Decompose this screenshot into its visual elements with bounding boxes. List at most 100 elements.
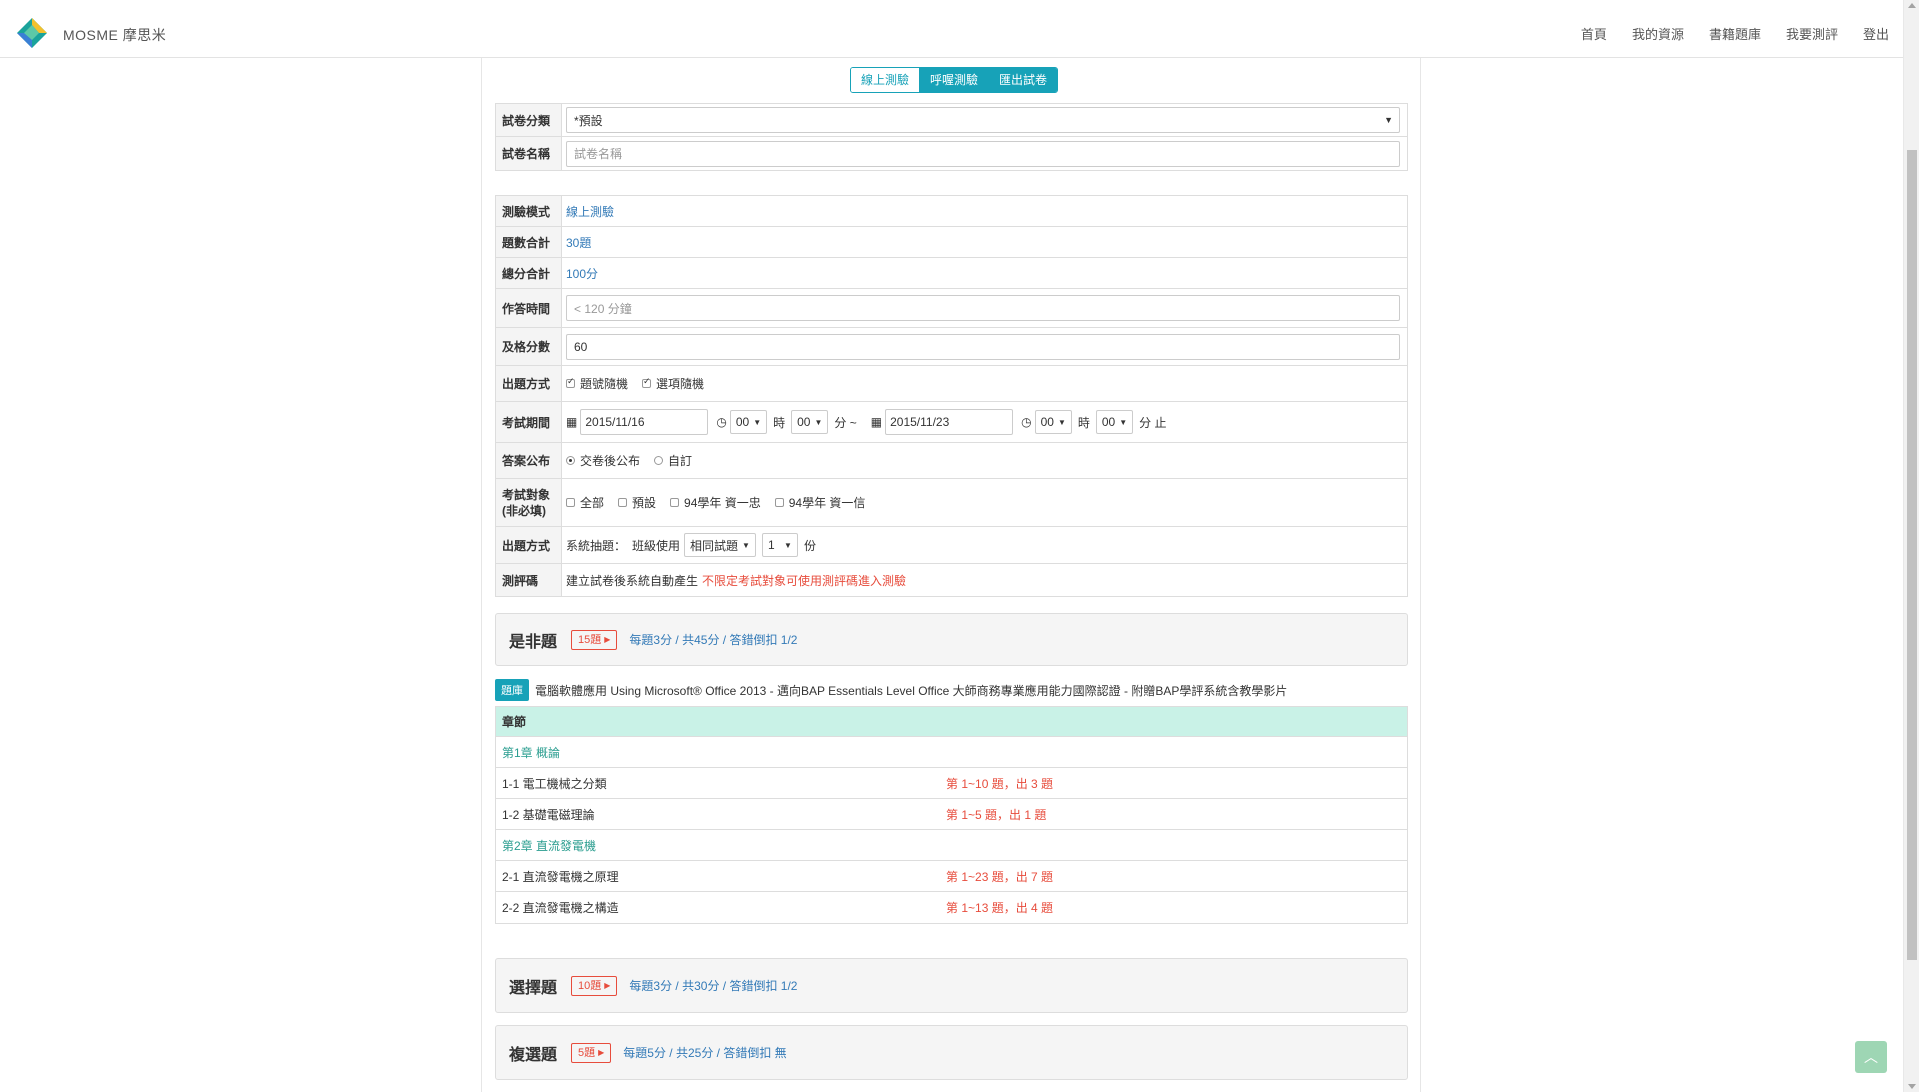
target-default-option[interactable]: 預設 bbox=[618, 494, 656, 511]
section-row: 2-2 直流發電機之構造 第 1~13 題，出 4 題 bbox=[496, 892, 1407, 923]
caret-right-icon: ▶ bbox=[598, 1047, 605, 1057]
system-draw-label: 系統抽題： bbox=[566, 538, 627, 553]
question-count-badge[interactable]: 10題 ▶ bbox=[571, 975, 618, 996]
answer-time-input[interactable]: < 120 分鐘 bbox=[566, 295, 1400, 321]
page-scrollbar[interactable] bbox=[1903, 0, 1919, 1092]
end-hour-select[interactable]: 00 ▼ bbox=[1034, 410, 1072, 434]
question-count-badge[interactable]: 15題 ▶ bbox=[571, 629, 618, 650]
test-code-note: 不限定考試對象可使用測評碼進入測驗 bbox=[702, 573, 907, 588]
pass-score-label: 及格分數 bbox=[496, 328, 562, 365]
same-question-select[interactable]: 相同試題 ▼ bbox=[684, 533, 756, 557]
question-count-value: 30題 bbox=[566, 235, 592, 250]
nav-home[interactable]: 首頁 bbox=[1581, 24, 1607, 43]
nav-my-resources[interactable]: 我的資源 bbox=[1632, 24, 1684, 43]
copies-unit: 份 bbox=[803, 538, 816, 553]
target-all-option[interactable]: 全部 bbox=[566, 494, 604, 511]
mosme-logo[interactable] bbox=[15, 16, 49, 50]
question-method-label: 出題方式 bbox=[496, 366, 562, 401]
checkbox-icon[interactable] bbox=[670, 498, 680, 507]
mode-button-group: 線上測驗 呼喔測驗 匯出試卷 bbox=[850, 67, 1059, 93]
checkbox-icon[interactable] bbox=[642, 376, 652, 388]
nav-book-bank[interactable]: 書籍題庫 bbox=[1709, 24, 1761, 43]
row-paper-name: 試卷名稱 試卷名稱 bbox=[496, 137, 1407, 170]
checkbox-icon[interactable] bbox=[618, 498, 628, 507]
section-range: 第 1~13 題，出 4 題 bbox=[946, 901, 1054, 915]
section-multi-select: 複選題 5題 ▶ 每題5分 / 共25分 / 答錯倒扣 無 bbox=[495, 1025, 1408, 1080]
section-info: 每題3分 / 共30分 / 答錯倒扣 1/2 bbox=[629, 979, 798, 993]
random-number-option[interactable]: 題號隨機 bbox=[566, 375, 628, 392]
radio-icon[interactable] bbox=[566, 456, 575, 465]
section-name: 1-1 電工機械之分類 bbox=[502, 776, 607, 791]
book-info: 題庫 電腦軟體應用 Using Microsoft® Office 2013 -… bbox=[495, 679, 1287, 701]
test-mode-value: 線上測驗 bbox=[566, 204, 615, 219]
book-title: 電腦軟體應用 Using Microsoft® Office 2013 - 邁向… bbox=[535, 683, 1288, 698]
calendar-icon: ▦ bbox=[870, 415, 883, 429]
publish-after-submit-option[interactable]: 交卷後公布 bbox=[566, 452, 640, 469]
copies-select[interactable]: 1 ▼ bbox=[761, 533, 798, 557]
publish-custom-label: 自訂 bbox=[668, 454, 693, 468]
row-answer-publish: 答案公布 交卷後公布 自訂 bbox=[496, 443, 1407, 479]
chapter-row: 第1章 概論 bbox=[496, 737, 1407, 768]
question-method-2-label: 出題方式 bbox=[496, 527, 562, 563]
section-multiple-choice: 選擇題 10題 ▶ 每題3分 / 共30分 / 答錯倒扣 1/2 bbox=[495, 958, 1408, 1013]
badge-label: 5題 bbox=[578, 1046, 596, 1059]
checkbox-icon[interactable] bbox=[566, 498, 575, 507]
checkbox-icon[interactable] bbox=[774, 498, 784, 507]
tab-call-test[interactable]: 呼喔測驗 bbox=[920, 68, 990, 92]
pass-score-input[interactable]: 60 bbox=[566, 333, 1400, 360]
total-score-label: 總分合計 bbox=[496, 258, 562, 288]
calendar-icon: ▦ bbox=[566, 415, 578, 429]
target-default-label: 預設 bbox=[632, 496, 657, 510]
radio-icon[interactable] bbox=[654, 456, 664, 465]
section-name: 1-2 基礎電磁理論 bbox=[502, 807, 595, 822]
row-question-method: 出題方式 題號隨機 選項隨機 bbox=[496, 366, 1407, 402]
brand-name[interactable]: MOSME 摩思米 bbox=[63, 25, 166, 45]
main-nav: 首頁 我的資源 書籍題庫 我要測評 登出 bbox=[1556, 24, 1889, 43]
end-date-input[interactable]: 2015/11/23 bbox=[885, 409, 1014, 435]
category-label: 試卷分類 bbox=[496, 104, 562, 136]
start-date-value: 2015/11/16 bbox=[585, 415, 645, 429]
start-date-input[interactable]: 2015/11/16 bbox=[580, 409, 709, 435]
start-minute-select[interactable]: 00 ▼ bbox=[791, 410, 829, 434]
tab-export-paper[interactable]: 匯出試卷 bbox=[989, 68, 1058, 92]
main-container: 線上測驗 呼喔測驗 匯出試卷 試卷分類 *預設 ▼ 試卷名稱 試卷名稱 測驗模式… bbox=[481, 58, 1421, 1092]
section-title: 複選題 bbox=[509, 1046, 558, 1064]
scroll-up-arrow-icon[interactable] bbox=[1908, 3, 1916, 8]
dropdown-arrow-icon: ▼ bbox=[1057, 417, 1066, 427]
badge-label: 10題 bbox=[578, 979, 602, 992]
section-row: 2-1 直流發電機之原理 第 1~23 題，出 7 題 bbox=[496, 861, 1407, 892]
paper-name-label: 試卷名稱 bbox=[496, 137, 562, 170]
random-number-label: 題號隨機 bbox=[580, 377, 629, 391]
end-minute-select[interactable]: 00 ▼ bbox=[1095, 410, 1134, 434]
start-hour-select[interactable]: 00 ▼ bbox=[729, 410, 768, 434]
section-title: 是非題 bbox=[509, 633, 558, 651]
scroll-down-arrow-icon[interactable] bbox=[1908, 1084, 1916, 1089]
nav-assessment[interactable]: 我要測評 bbox=[1786, 24, 1838, 43]
test-period-label: 考試期間 bbox=[496, 402, 562, 442]
row-test-target: 考試對象 (非必填) 全部 預設 94學年 資一忠 94學年 資一信 bbox=[496, 479, 1407, 527]
publish-custom-option[interactable]: 自訂 bbox=[654, 452, 692, 469]
nav-logout[interactable]: 登出 bbox=[1863, 24, 1889, 43]
random-option-option[interactable]: 選項隨機 bbox=[642, 375, 704, 392]
question-count-badge[interactable]: 5題 ▶ bbox=[571, 1042, 612, 1063]
dropdown-arrow-icon: ▼ bbox=[814, 417, 823, 427]
target-class2-option[interactable]: 94學年 資一信 bbox=[774, 494, 866, 511]
paper-name-input[interactable]: 試卷名稱 bbox=[566, 140, 1400, 167]
row-test-code: 測評碼 建立試卷後系統自動產生 不限定考試對象可使用測評碼進入測驗 bbox=[496, 564, 1407, 596]
section-range: 第 1~23 題，出 7 題 bbox=[946, 869, 1054, 884]
checkbox-icon[interactable] bbox=[566, 376, 575, 388]
section-title: 選擇題 bbox=[509, 979, 558, 997]
caret-right-icon: ▶ bbox=[604, 634, 611, 644]
top-navbar: MOSME 摩思米 首頁 我的資源 書籍題庫 我要測評 登出 bbox=[0, 0, 1903, 58]
clock-icon: ◷ bbox=[1021, 415, 1032, 429]
target-class2-label: 94學年 資一信 bbox=[788, 496, 866, 510]
scroll-thumb[interactable] bbox=[1907, 150, 1917, 960]
back-to-top-button[interactable]: ︿ bbox=[1855, 1041, 1887, 1073]
chapter-name: 第1章 概論 bbox=[502, 745, 561, 760]
target-class1-option[interactable]: 94學年 資一忠 bbox=[670, 494, 761, 511]
row-category: 試卷分類 *預設 ▼ bbox=[496, 104, 1407, 137]
end-hour-value: 00 bbox=[1040, 415, 1054, 429]
category-select[interactable]: *預設 ▼ bbox=[566, 107, 1400, 133]
hour-unit: 時 bbox=[1077, 415, 1090, 430]
tab-online-test[interactable]: 線上測驗 bbox=[851, 68, 921, 92]
